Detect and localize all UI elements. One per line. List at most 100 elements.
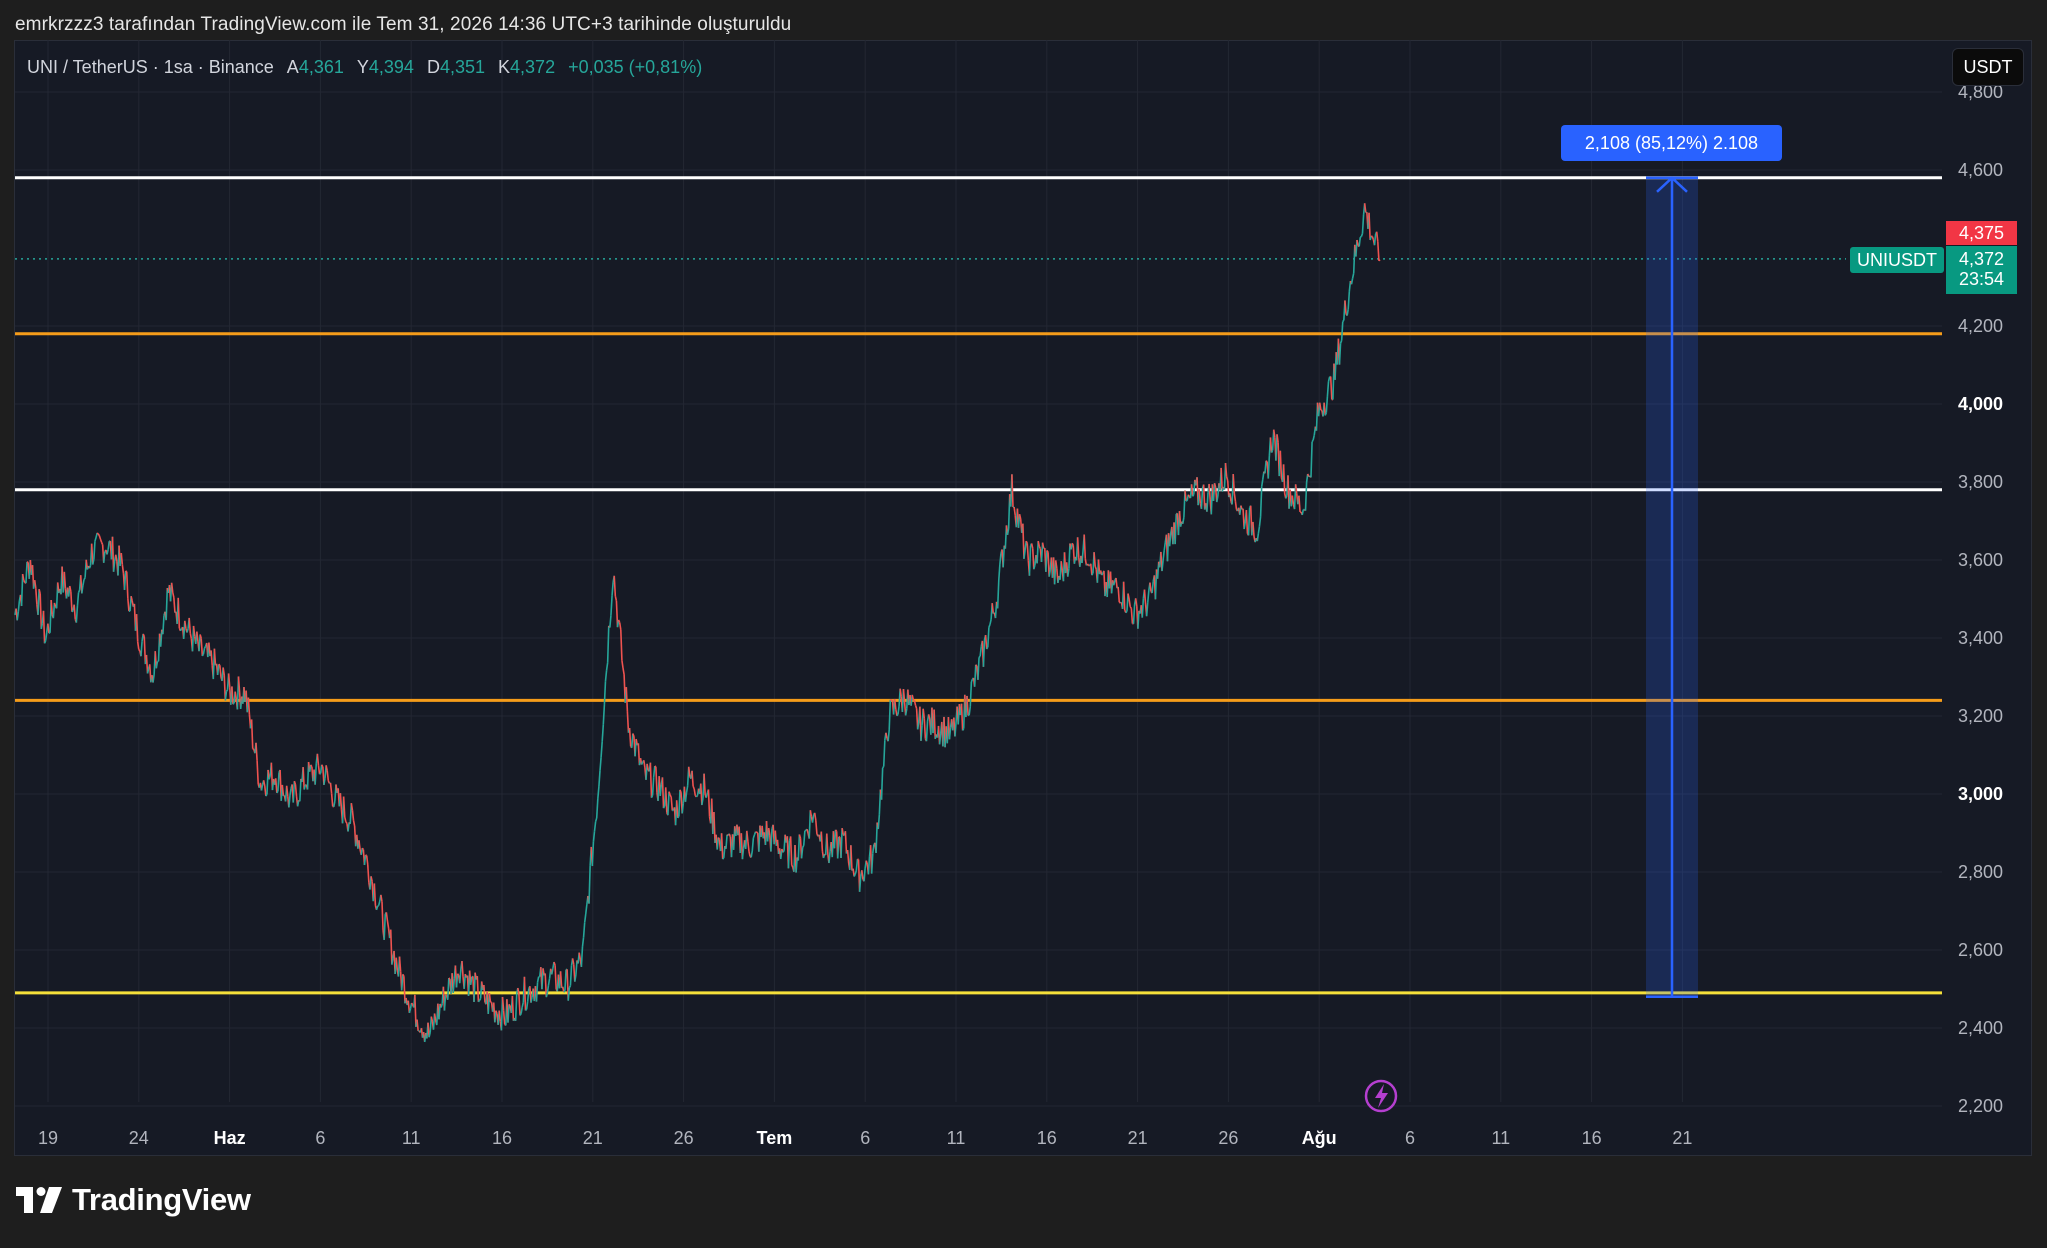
up-candle xyxy=(1081,549,1084,564)
up-candle xyxy=(314,763,318,785)
up-candle xyxy=(1048,569,1052,577)
up-candle xyxy=(277,772,280,792)
down-candle xyxy=(316,753,320,766)
up-candle xyxy=(377,900,381,906)
up-candle xyxy=(260,784,264,791)
down-candle xyxy=(53,602,57,607)
up-candle xyxy=(597,786,600,799)
up-candle xyxy=(1002,545,1006,568)
up-candle xyxy=(996,580,1000,609)
down-candle xyxy=(668,791,671,796)
down-candle xyxy=(707,789,711,817)
up-candle xyxy=(25,561,28,584)
price-chart[interactable]: 4,8004,6004,2004,0003,8003,6003,4003,200… xyxy=(0,0,2047,1248)
up-candle xyxy=(969,681,973,707)
down-candle xyxy=(984,634,988,650)
up-candle xyxy=(978,655,981,658)
down-candle xyxy=(433,1013,437,1021)
down-candle xyxy=(1272,429,1276,438)
up-candle xyxy=(1168,533,1172,547)
close-label: K xyxy=(498,57,511,77)
x-tick-label: 26 xyxy=(1218,1128,1238,1148)
up-candle xyxy=(904,708,908,716)
down-candle xyxy=(1378,259,1381,262)
y-tick-label: 3,000 xyxy=(1958,784,2003,804)
up-candle xyxy=(71,610,74,613)
up-candle xyxy=(678,789,681,817)
up-candle xyxy=(446,978,450,1000)
down-candle xyxy=(250,719,254,749)
down-candle xyxy=(127,598,130,612)
down-candle xyxy=(809,810,813,817)
up-candle xyxy=(594,817,598,822)
down-candle xyxy=(395,957,399,971)
ticker-tag: UNIUSDT xyxy=(1850,247,1944,273)
down-candle xyxy=(1083,534,1087,559)
up-candle xyxy=(999,553,1002,565)
up-candle xyxy=(123,570,127,590)
x-tick-label: 16 xyxy=(1582,1128,1602,1148)
up-candle xyxy=(83,577,86,581)
down-candle xyxy=(256,760,260,785)
down-candle xyxy=(1115,577,1118,589)
up-candle xyxy=(684,792,688,802)
down-candle xyxy=(114,554,118,562)
down-candle xyxy=(373,883,377,906)
down-candle xyxy=(222,667,226,676)
down-candle xyxy=(846,850,850,864)
down-candle xyxy=(844,831,848,854)
down-candle xyxy=(646,763,649,771)
up-candle xyxy=(1351,273,1355,279)
up-candle xyxy=(882,765,885,769)
up-candle xyxy=(1346,309,1350,316)
up-candle xyxy=(741,848,745,860)
down-candle xyxy=(902,688,906,702)
x-tick-label: 6 xyxy=(315,1128,325,1148)
up-candle xyxy=(1066,568,1070,577)
up-candle xyxy=(877,814,881,830)
up-candle xyxy=(1304,482,1308,511)
up-candle xyxy=(583,913,587,923)
up-candle xyxy=(897,705,900,715)
down-candle xyxy=(643,760,646,768)
up-candle xyxy=(916,721,920,730)
down-candle xyxy=(1030,543,1034,549)
currency-button[interactable]: USDT xyxy=(1952,48,2024,86)
down-candle xyxy=(398,956,402,972)
down-candle xyxy=(370,876,373,882)
down-candle xyxy=(991,603,995,614)
down-candle xyxy=(317,765,321,775)
down-candle xyxy=(365,855,369,865)
down-candle xyxy=(327,780,331,784)
bar-countdown: 23:54 xyxy=(1958,269,2005,289)
up-candle xyxy=(1068,543,1071,569)
down-candle xyxy=(1134,598,1138,607)
up-candle xyxy=(1361,214,1365,234)
tradingview-logo-icon xyxy=(16,1187,62,1213)
down-candle xyxy=(255,742,258,761)
down-candle xyxy=(189,632,193,639)
up-candle xyxy=(1338,343,1342,365)
down-candle xyxy=(430,1016,434,1022)
x-tick-label: 16 xyxy=(492,1128,512,1148)
up-candle xyxy=(650,795,654,799)
change-value: +0,035 (+0,81%) xyxy=(568,57,703,77)
low-label: D xyxy=(426,57,440,77)
down-candle xyxy=(1234,501,1238,510)
down-candle xyxy=(1046,549,1049,553)
down-candle xyxy=(511,995,515,1021)
down-candle xyxy=(47,623,50,634)
down-candle xyxy=(1229,493,1232,502)
down-candle xyxy=(136,641,140,650)
up-candle xyxy=(452,978,456,993)
down-candle xyxy=(98,535,102,540)
close-value: 4,372 xyxy=(510,57,556,77)
down-candle xyxy=(1282,464,1286,494)
up-candle xyxy=(179,628,183,632)
down-candle xyxy=(219,665,222,677)
down-candle xyxy=(247,697,251,715)
up-candle xyxy=(102,551,106,563)
down-candle xyxy=(483,984,486,1003)
up-candle xyxy=(43,640,47,644)
up-candle xyxy=(595,798,599,819)
